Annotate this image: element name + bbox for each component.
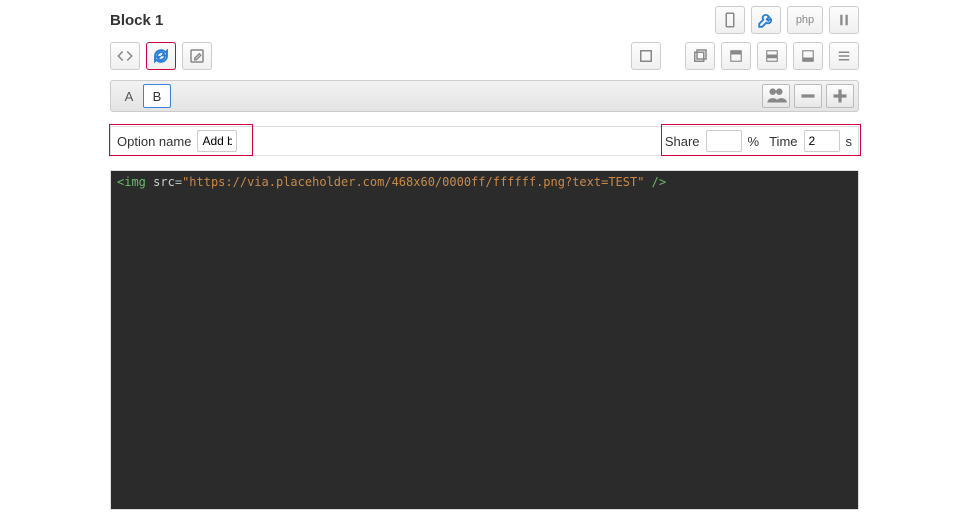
remove-variant-button[interactable] <box>794 84 822 108</box>
variant-tabbar: A B <box>110 80 859 112</box>
share-label: Share <box>665 134 700 149</box>
option-name-label: Option name <box>117 134 191 149</box>
option-row: Option name Share % Time s <box>110 126 859 156</box>
groups-button[interactable] <box>762 84 790 108</box>
layout-top-button[interactable] <box>721 42 751 70</box>
code-view-button[interactable] <box>110 42 140 70</box>
php-button[interactable]: php <box>787 6 823 34</box>
layout-rows-button[interactable] <box>829 42 859 70</box>
block-title: Block 1 <box>110 12 163 29</box>
time-input[interactable] <box>804 130 840 152</box>
layout-bottom-button[interactable] <box>793 42 823 70</box>
add-variant-button[interactable] <box>826 84 854 108</box>
layout-mid-button[interactable] <box>757 42 787 70</box>
tab-a[interactable]: A <box>115 84 143 108</box>
pause-button[interactable] <box>829 6 859 34</box>
code-tag: <img <box>117 175 146 189</box>
code-eq: = <box>175 175 182 189</box>
layout-single-button[interactable] <box>631 42 661 70</box>
layout-stack-button[interactable] <box>685 42 715 70</box>
code-close: /> <box>652 175 666 189</box>
time-label: Time <box>769 134 797 149</box>
rotate-refresh-button[interactable] <box>146 42 176 70</box>
settings-wrench-button[interactable] <box>751 6 781 34</box>
code-value: "https://via.placeholder.com/468x60/0000… <box>182 175 644 189</box>
edit-button[interactable] <box>182 42 212 70</box>
share-input[interactable] <box>706 130 742 152</box>
tab-b[interactable]: B <box>143 84 171 108</box>
option-name-input[interactable] <box>197 130 237 152</box>
device-button[interactable] <box>715 6 745 34</box>
share-unit: % <box>748 134 760 149</box>
time-unit: s <box>846 134 853 149</box>
code-editor[interactable]: <img src="https://via.placeholder.com/46… <box>110 170 859 510</box>
code-attr: src <box>153 175 175 189</box>
